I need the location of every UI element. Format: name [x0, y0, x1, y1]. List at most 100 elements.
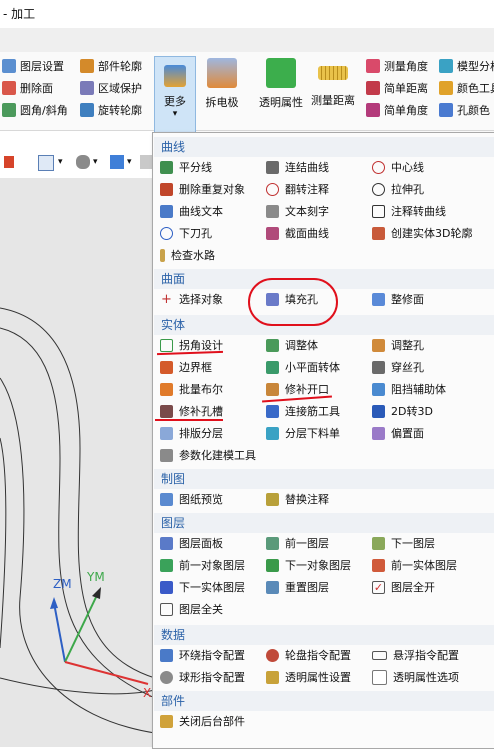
graphics-window[interactable]: ZM YM X: [0, 178, 155, 747]
menu-item-repair-face[interactable]: 整修面: [372, 289, 424, 309]
region-protect-button[interactable]: 区域保护: [80, 78, 142, 98]
menu-item-curve-text[interactable]: 曲线文本: [160, 201, 223, 221]
electrode-button[interactable]: 拆电极: [202, 56, 242, 110]
menu-item-layered-cut-list[interactable]: 分层下料单: [266, 423, 340, 443]
axis-label-zm: ZM: [53, 577, 72, 591]
menu-item-layer-panel[interactable]: 图层面板: [160, 533, 223, 553]
view-icon[interactable]: [76, 155, 90, 169]
chevron-down-icon[interactable]: ▾: [127, 157, 132, 167]
render-icon[interactable]: [140, 155, 152, 169]
part-outline-button[interactable]: 部件轮廓: [80, 56, 142, 76]
section-drafting: 制图: [154, 469, 494, 489]
drawing-preview-icon: [160, 492, 173, 506]
menu-item-next-object-layer[interactable]: 下一对象图层: [266, 555, 351, 575]
model-analysis-button[interactable]: 模型分析: [439, 56, 494, 76]
menu-item-select-object[interactable]: + 选择对象: [160, 289, 223, 309]
patch-opening-icon: [266, 382, 279, 396]
axis-label-ym: YM: [87, 570, 105, 584]
menu-item-bisector[interactable]: 平分线: [160, 157, 212, 177]
simple-angle-button[interactable]: 简单角度: [366, 100, 428, 120]
menu-item-rib-tool[interactable]: 连接筋工具: [266, 401, 340, 421]
chevron-down-icon[interactable]: ▾: [93, 157, 98, 167]
menu-item-all-layers-off[interactable]: 图层全关: [160, 599, 223, 619]
menu-item-annotation-to-curve[interactable]: 注释转曲线: [372, 201, 446, 221]
region-protect-icon: [80, 81, 94, 95]
wheel-command-icon: [266, 648, 279, 662]
wrap-command-icon: [160, 648, 173, 662]
cube-icon[interactable]: [110, 155, 124, 169]
delete-face-button[interactable]: 删除面: [2, 78, 53, 98]
measure-distance-button[interactable]: 测量距离: [309, 56, 357, 108]
2d-to-3d-icon: [372, 404, 385, 418]
menu-item-replace-annotation[interactable]: 替换注释: [266, 489, 329, 509]
simple-distance-button[interactable]: 简单距离: [366, 78, 428, 98]
menu-item-centerline[interactable]: 中心线: [372, 157, 424, 177]
hole-color-button[interactable]: 孔颜色: [439, 100, 494, 120]
menu-item-prev-object-layer[interactable]: 前一对象图层: [160, 555, 245, 575]
menu-item-next-solid-layer[interactable]: 下一实体图层: [160, 577, 245, 597]
menu-item-wrap-command-config[interactable]: 环绕指令配置: [160, 645, 245, 665]
section-curve-icon: [266, 226, 279, 240]
menu-item-adjust-hole[interactable]: 调整孔: [372, 335, 424, 355]
menu-item-wheel-command-config[interactable]: 轮盘指令配置: [266, 645, 351, 665]
layer-settings-button[interactable]: 图层设置: [2, 56, 64, 76]
measure-angle-button[interactable]: 测量角度: [366, 56, 428, 76]
menu-item-offset-face[interactable]: 偏置面: [372, 423, 424, 443]
menu-item-patch-slot[interactable]: 修补孔槽: [160, 401, 223, 421]
menu-item-section-curve[interactable]: 截面曲线: [266, 223, 329, 243]
patch-slot-icon: [160, 404, 173, 418]
transparency-button[interactable]: 透明属性: [256, 56, 306, 110]
title-bar: - 加工: [0, 0, 494, 28]
menu-item-parametric-modeling[interactable]: 参数化建模工具: [160, 445, 256, 465]
menu-item-transparency-settings[interactable]: 透明属性设置: [266, 667, 351, 687]
chevron-down-icon[interactable]: ▾: [58, 157, 63, 167]
menu-item-2d-to-3d[interactable]: 2D转3D: [372, 401, 433, 421]
section-curve: 曲线: [154, 137, 494, 157]
bounding-box-icon: [160, 360, 173, 374]
menu-item-adjust-body[interactable]: 调整体: [266, 335, 318, 355]
next-solid-layer-icon: [160, 580, 173, 594]
menu-item-sphere-command-config[interactable]: 球形指令配置: [160, 667, 245, 687]
menu-item-entry-hole[interactable]: 下刀孔: [160, 223, 212, 243]
rotate-outline-button[interactable]: 旋转轮廓: [80, 100, 142, 120]
more-button[interactable]: 更多 ▾: [154, 56, 196, 134]
menu-item-reset-layer[interactable]: 重置图层: [266, 577, 329, 597]
entry-hole-icon: [160, 226, 173, 240]
menu-item-layout-layering[interactable]: 排版分层: [160, 423, 223, 443]
color-tools-button[interactable]: 颜色工具: [439, 78, 494, 98]
menu-item-create-3d-outline[interactable]: 创建实体3D轮廓: [372, 223, 472, 243]
layered-cut-list-icon: [266, 426, 279, 440]
model-analysis-icon: [439, 59, 453, 73]
reset-layer-icon: [266, 580, 279, 594]
secondary-toolbar: ▾ ▾ ▾: [0, 148, 155, 179]
menu-item-close-background-parts[interactable]: 关闭后台部件: [160, 711, 245, 731]
menu-item-wire-hole[interactable]: 穿丝孔: [372, 357, 424, 377]
filter-icon[interactable]: [38, 155, 54, 171]
menu-item-facet-to-body[interactable]: 小平面转体: [266, 357, 340, 377]
menu-item-transparency-options[interactable]: 透明属性选项: [372, 667, 459, 687]
menu-item-drawing-preview[interactable]: 图纸预览: [160, 489, 223, 509]
menu-item-delete-duplicates[interactable]: 删除重复对象: [160, 179, 245, 199]
menu-item-extrude-hole[interactable]: 拉伸孔: [372, 179, 424, 199]
menu-item-check-waterline[interactable]: 检查水路: [160, 245, 215, 265]
menu-item-next-layer[interactable]: 下一图层: [372, 533, 435, 553]
menu-item-flip-annotation[interactable]: 翻转注释: [266, 179, 329, 199]
menu-item-prev-layer[interactable]: 前一图层: [266, 533, 329, 553]
menu-item-prev-solid-layer[interactable]: 前一实体图层: [372, 555, 457, 575]
facet-to-body-icon: [266, 360, 279, 374]
snap-icon[interactable]: [4, 156, 14, 168]
menu-item-batch-boolean[interactable]: 批量布尔: [160, 379, 223, 399]
menu-item-text-engrave[interactable]: 文本刻字: [266, 201, 329, 221]
fillet-icon: [2, 103, 16, 117]
join-curve-icon: [266, 160, 279, 174]
measure-angle-icon: [366, 59, 380, 73]
menu-item-join-curve[interactable]: 连结曲线: [266, 157, 329, 177]
menu-item-all-layers-on[interactable]: ✓ 图层全开: [372, 577, 435, 597]
ruler-icon: [318, 66, 348, 80]
transparency-settings-icon: [266, 670, 279, 684]
menu-item-float-command-config[interactable]: 悬浮指令配置: [372, 645, 459, 665]
menu-item-blocking-aux-body[interactable]: 阻挡辅助体: [372, 379, 446, 399]
simple-angle-icon: [366, 103, 380, 117]
fillet-chamfer-button[interactable]: 圆角/斜角: [2, 100, 68, 120]
menu-item-bounding-box[interactable]: 边界框: [160, 357, 212, 377]
